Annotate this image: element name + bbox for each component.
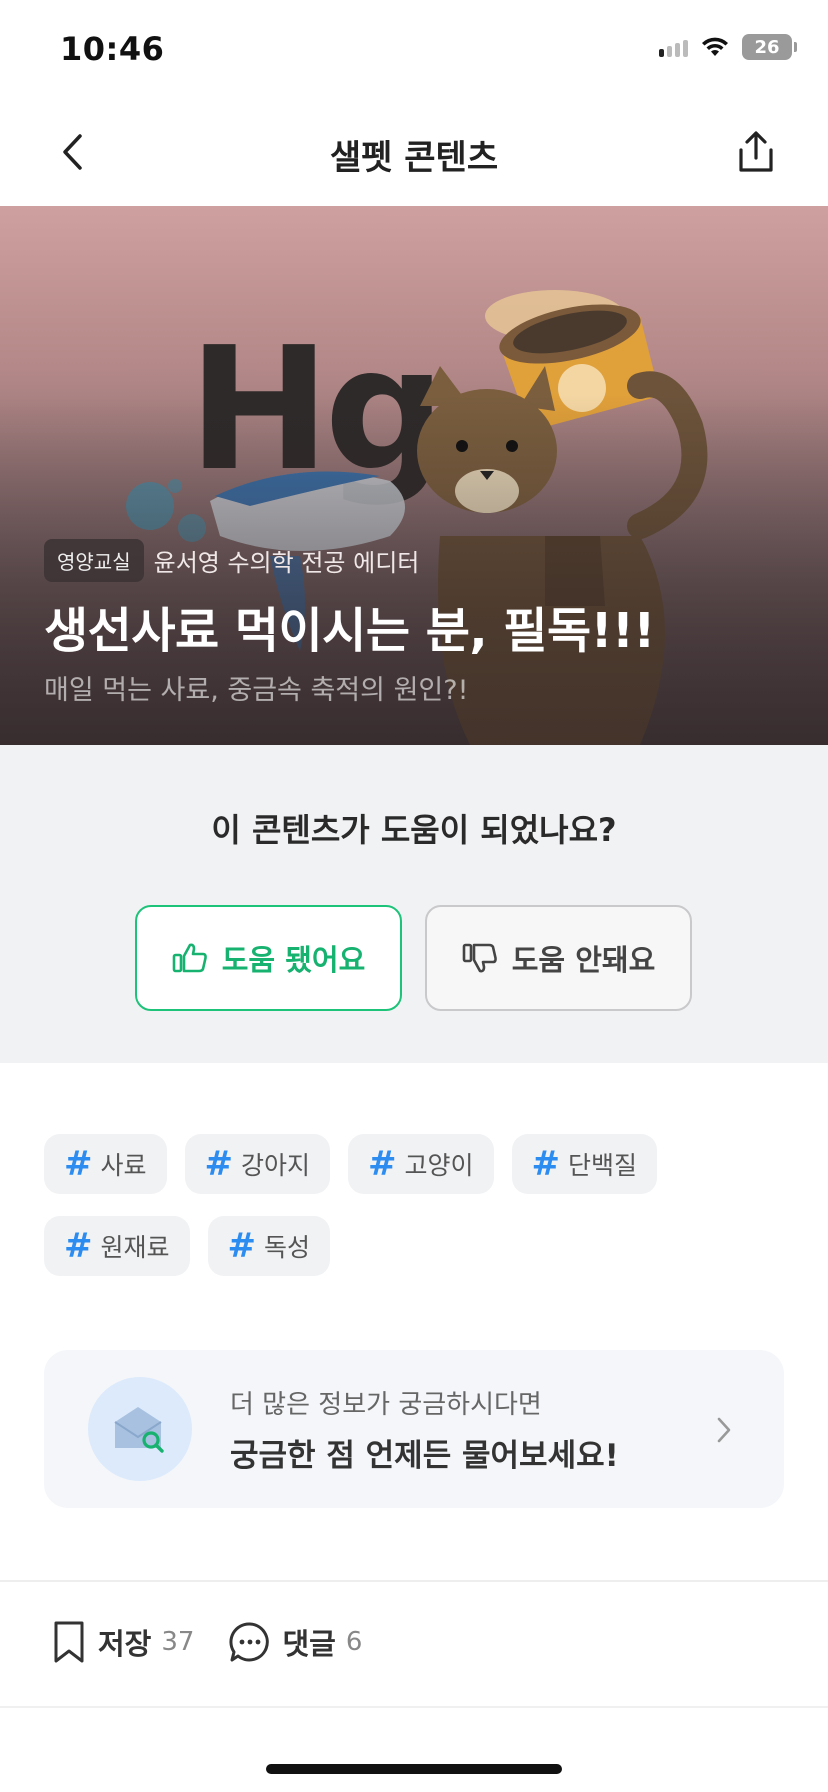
hero-gradient-overlay <box>0 206 828 745</box>
bookmark-icon <box>54 1621 84 1663</box>
hero-meta: 영양교실 윤서영 수의학 전공 에디터 <box>44 539 419 582</box>
status-time: 10:46 <box>60 30 165 68</box>
comment-count: 6 <box>345 1627 363 1657</box>
home-indicator <box>266 1764 562 1774</box>
tag-label: 고양이 <box>404 1151 474 1180</box>
comment-label: 댓글 <box>282 1627 336 1661</box>
tag-chip[interactable]: # 독성 <box>207 1216 331 1276</box>
feedback-question: 이 콘텐츠가 도움이 되었나요? <box>211 811 617 849</box>
hash-icon: # <box>204 1144 234 1184</box>
author-label: 윤서영 수의학 전공 에디터 <box>153 549 420 577</box>
save-label: 저장 <box>98 1627 152 1661</box>
action-bar: 저장 37 댓글 6 <box>50 1620 362 1664</box>
comment-button[interactable]: 댓글 6 <box>228 1620 362 1664</box>
hash-icon: # <box>64 1226 93 1266</box>
mail-search-icon <box>114 1407 164 1453</box>
tag-chip[interactable]: # 단백질 <box>511 1134 658 1194</box>
page-title: 샐펫 콘텐츠 <box>329 138 499 178</box>
inquiry-title: 궁금한 점 언제든 물어보세요! <box>230 1438 619 1474</box>
save-count: 37 <box>161 1627 195 1657</box>
tag-label: 독성 <box>264 1233 311 1262</box>
wifi-icon <box>702 37 728 56</box>
tag-label: 원재료 <box>100 1233 170 1262</box>
tag-chip[interactable]: # 고양이 <box>348 1134 494 1194</box>
tag-chip[interactable]: # 원재료 <box>44 1216 190 1276</box>
save-button[interactable]: 저장 37 <box>50 1620 194 1664</box>
nav-bar: 샐펫 콘텐츠 <box>0 100 828 206</box>
article-subtitle: 매일 먹는 사료, 중금속 축적의 원인?! <box>44 675 469 706</box>
status-indicators: 26 <box>659 34 797 60</box>
share-button[interactable] <box>732 128 780 176</box>
thumbs-down-icon <box>462 943 497 973</box>
tag-label: 강아지 <box>241 1151 311 1180</box>
share-icon <box>739 131 773 172</box>
tag-chip[interactable]: # 사료 <box>44 1134 167 1194</box>
thumbs-up-icon <box>172 943 207 973</box>
divider <box>0 1706 828 1708</box>
chevron-right-icon <box>712 1410 736 1450</box>
cellular-signal-icon <box>659 37 688 57</box>
tag-chip[interactable]: # 강아지 <box>184 1134 331 1194</box>
not-helpful-label: 도움 안돼요 <box>511 943 656 977</box>
hash-icon: # <box>531 1144 561 1184</box>
battery-icon: 26 <box>742 34 797 60</box>
tag-list: # 사료 # 강아지 # 고양이 # 단백질 # 원재료 # 독성 <box>44 1134 784 1276</box>
not-helpful-button[interactable]: 도움 안돼요 <box>425 905 692 1011</box>
feedback-section: 이 콘텐츠가 도움이 되었나요? 도움 됐어요 도움 안돼요 <box>0 745 828 1063</box>
helpful-label: 도움 됐어요 <box>221 943 366 977</box>
inquiry-subtitle: 더 많은 정보가 궁금하시다면 <box>230 1390 542 1420</box>
tag-label: 사료 <box>100 1151 147 1180</box>
status-bar: 10:46 26 <box>0 0 828 100</box>
inquiry-card[interactable]: 더 많은 정보가 궁금하시다면 궁금한 점 언제든 물어보세요! <box>44 1350 784 1508</box>
tag-label: 단백질 <box>568 1151 638 1180</box>
divider <box>0 1580 828 1582</box>
comment-icon <box>229 1622 270 1662</box>
article-title: 생선사료 먹이시는 분, 필독!!! <box>44 603 655 659</box>
inquiry-icon-wrap <box>88 1377 192 1481</box>
hash-icon: # <box>64 1144 93 1184</box>
hero-banner: Hg 영양교실 윤서영 수의학 전공 에디터 생선사료 먹이시는 분, 필독!!… <box>0 206 828 745</box>
hash-icon: # <box>368 1144 397 1184</box>
category-badge: 영양교실 <box>44 539 144 582</box>
helpful-button[interactable]: 도움 됐어요 <box>135 905 402 1011</box>
hash-icon: # <box>227 1226 257 1266</box>
